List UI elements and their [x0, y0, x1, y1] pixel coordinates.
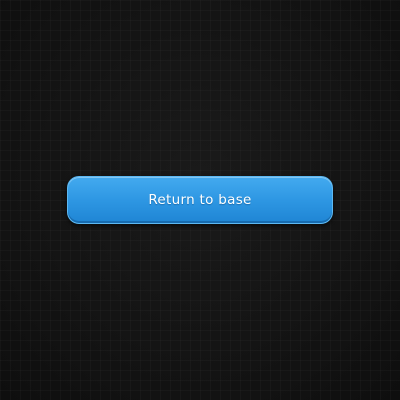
- return-to-base-label: Return to base: [148, 192, 252, 208]
- screen-background: Return to base: [0, 0, 400, 400]
- return-to-base-button[interactable]: Return to base: [67, 176, 333, 224]
